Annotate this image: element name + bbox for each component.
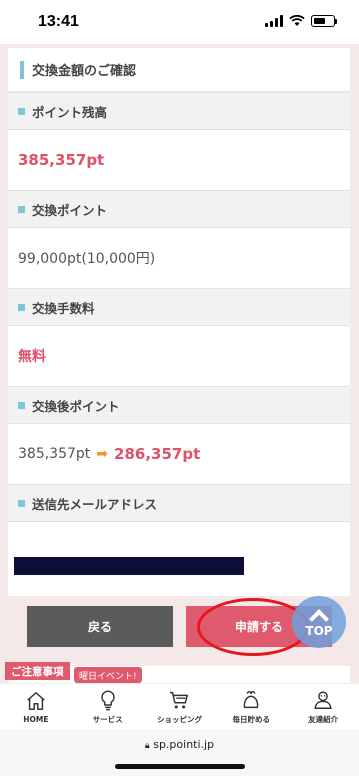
url-text: sp.pointi.jp [153,738,215,751]
section-title-exchange: 交換ポイント [8,190,350,228]
nav-label: 毎日貯める [232,714,271,724]
coin-purse-icon [243,690,259,708]
square-marker [18,303,25,311]
exchange-value: 99,000pt(10,000円) [8,228,350,288]
square-marker [18,205,25,213]
arrow-right-icon: ➡ [96,446,109,462]
section-label: ポイント残高 [32,104,108,120]
square-marker [18,401,25,409]
section-title-fee: 交換手数料 [8,288,350,326]
lock-icon: 🔒︎ [144,741,150,751]
notice-tab: ご注意事項 [5,662,70,680]
event-badge[interactable]: 曜日イベント! [74,667,142,683]
header-marker [20,60,24,79]
signal-icon [265,15,283,27]
points-after: 286,357pt [114,445,201,463]
nav-label: サービス [92,714,123,724]
nav-label: ショッピング [156,714,202,724]
status-time: 13:41 [38,13,79,30]
after-value: 385,357pt ➡ 286,357pt [8,424,350,484]
fee-value: 無料 [8,326,350,386]
square-marker [18,499,25,507]
nav-label: HOME [23,714,49,724]
nav-invite[interactable]: 友達紹介 [288,684,358,729]
nav-home[interactable]: HOME [1,684,71,729]
status-icons [265,15,337,27]
section-label: 交換ポイント [32,202,108,218]
home-indicator[interactable] [115,764,245,769]
back-button[interactable]: 戻る [27,606,173,647]
url-display: 🔒︎ sp.pointi.jp [0,738,359,751]
status-bar: 13:41 [0,0,359,44]
nav-label: 友達紹介 [308,714,339,724]
page-title: 交換金額のご確認 [32,64,137,79]
section-title-email: 送信先メールアドレス [8,484,350,522]
lightbulb-icon [100,690,115,710]
nav-service[interactable]: サービス [73,684,143,729]
nav-shopping[interactable]: ショッピング [144,684,214,729]
redacted-email [14,557,244,575]
card-header: 交換金額のご確認 [8,48,350,92]
nav-daily[interactable]: 毎日貯める [216,684,286,729]
wifi-icon [289,15,305,26]
friends-icon [314,690,332,709]
balance-amount: 385,357pt [18,151,105,169]
section-title-after: 交換後ポイント [8,386,350,424]
confirmation-card: 交換金額のご確認 ポイント残高 385,357pt 交換ポイント 99,000p… [8,48,350,596]
section-label: 交換後ポイント [32,398,120,414]
home-icon [27,691,45,710]
bottom-nav: HOME サービス ショッピング 毎日貯める 友達紹介 [0,683,359,729]
section-label: 送信先メールアドレス [32,496,158,512]
section-title-balance: ポイント残高 [8,92,350,130]
balance-value: 385,357pt [8,130,350,190]
square-marker [18,107,25,115]
fee-amount: 無料 [18,349,46,365]
exchange-amount: 99,000pt(10,000円) [18,251,156,267]
section-label: 交換手数料 [32,300,95,316]
battery-icon [311,15,337,27]
cart-icon [170,691,189,708]
scroll-top-button[interactable]: TOP [292,596,346,648]
points-before: 385,357pt [18,446,91,462]
